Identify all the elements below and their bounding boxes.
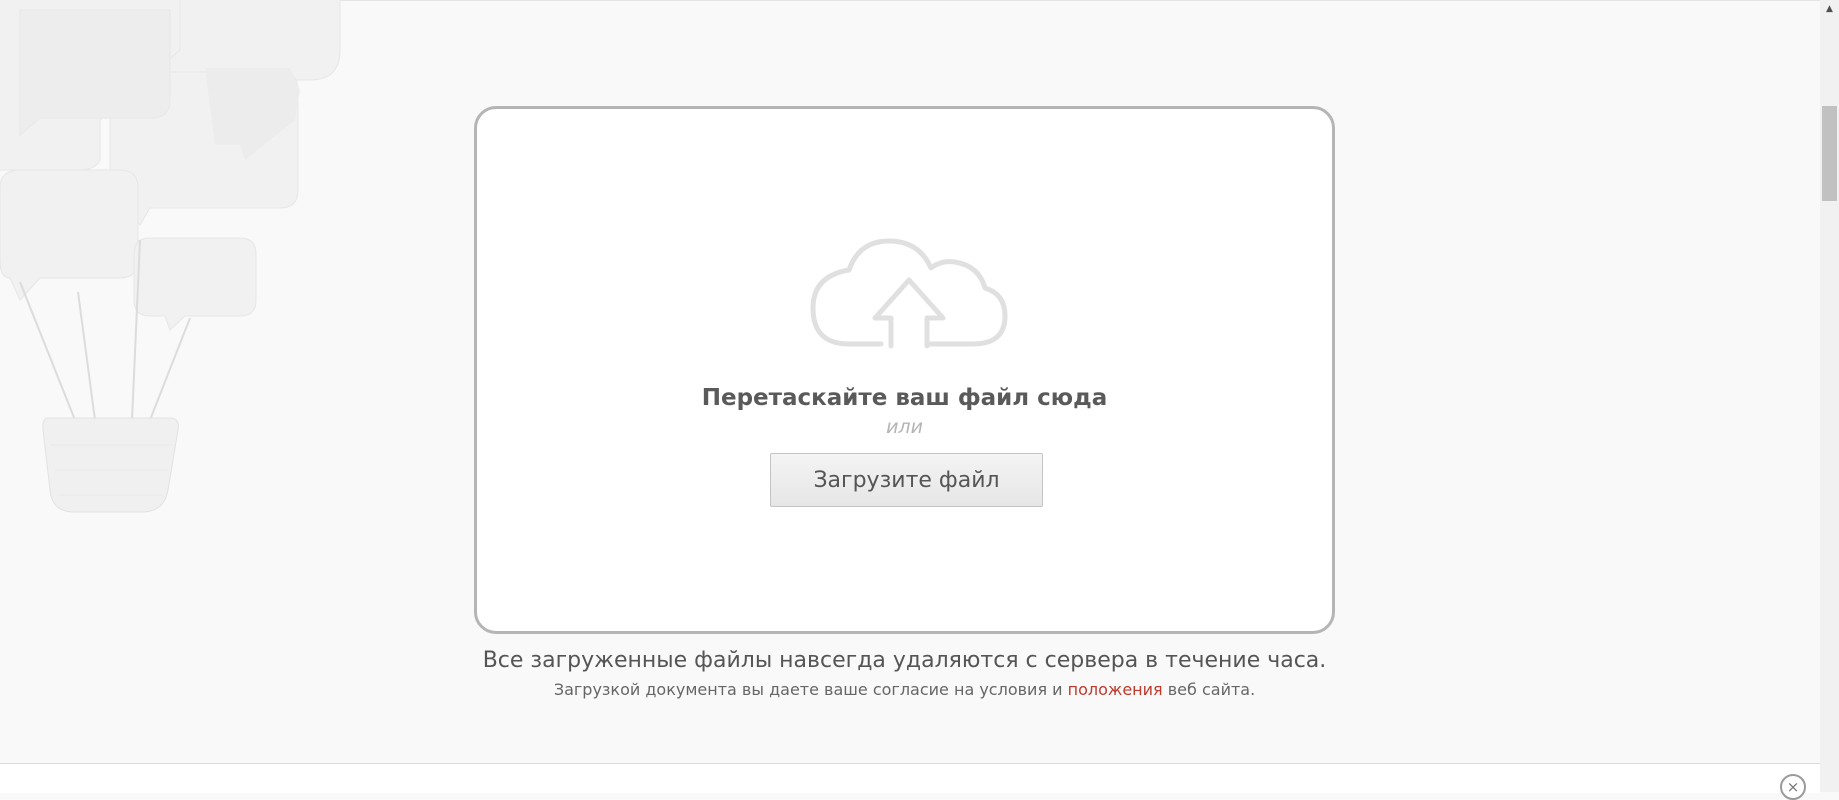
deletion-notice: Все загруженные файлы навсегда удаляются… [482,648,1327,673]
scroll-thumb[interactable] [1822,106,1837,201]
bottom-panel: × [0,763,1820,800]
terms-link[interactable]: положения [1068,680,1163,699]
balloon-illustration [0,0,341,513]
consent-prefix: Загрузкой документа вы даете ваше соглас… [553,680,1068,699]
cloud-upload-icon [810,238,1008,349]
or-separator: или [886,416,923,438]
vertical-scrollbar[interactable]: ▲ [1820,0,1839,792]
close-icon[interactable]: × [1780,774,1806,800]
upload-file-button[interactable]: Загрузите файл [770,453,1043,507]
consent-suffix: веб сайта. [1162,680,1256,699]
scroll-up-icon[interactable]: ▲ [1820,0,1839,18]
drag-drop-label: Перетаскайте ваш файл сюда [701,385,1108,411]
consent-notice: Загрузкой документа вы даете ваше соглас… [474,680,1335,699]
file-dropzone[interactable]: Перетаскайте ваш файл сюда или Загрузите… [474,106,1335,634]
